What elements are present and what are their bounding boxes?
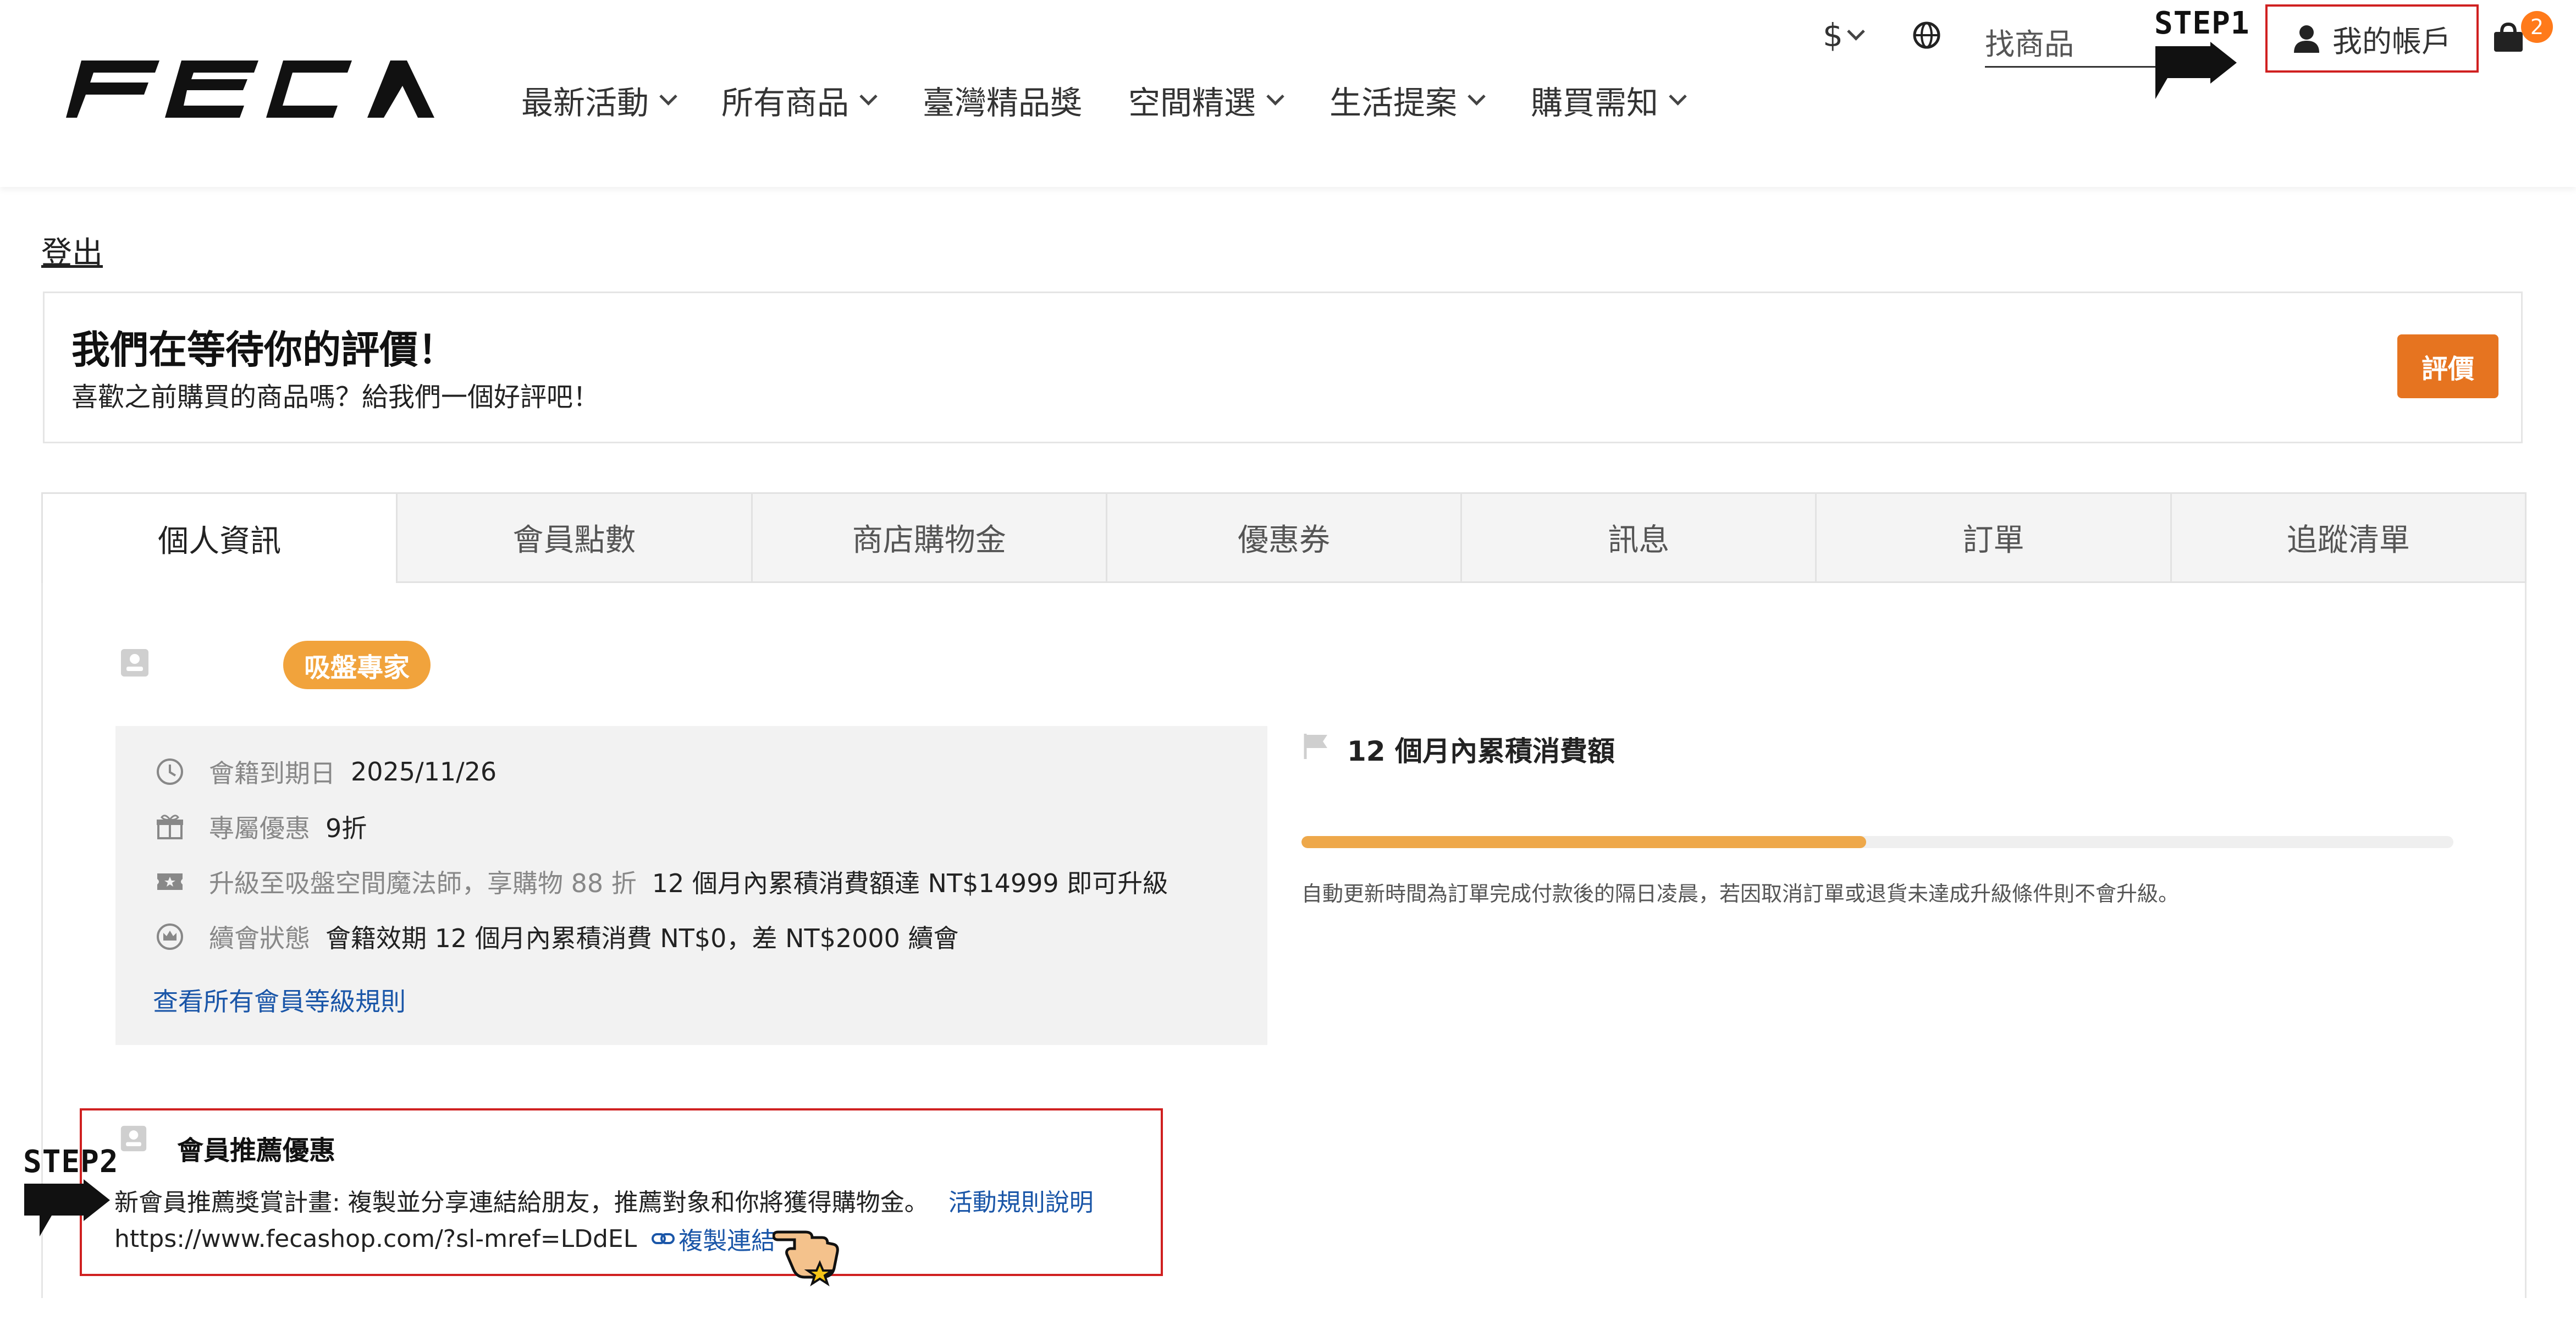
- referral-title: 會員推薦優惠: [177, 1135, 336, 1166]
- chevron-down-icon: [1468, 87, 1486, 106]
- user-icon: [2294, 25, 2319, 53]
- tab-member-points[interactable]: 會員點數: [398, 492, 753, 583]
- review-banner-title: 我們在等待你的評價！: [71, 327, 456, 372]
- link-icon: [652, 1233, 675, 1244]
- chevron-down-icon: [659, 87, 677, 106]
- tab-store-credit[interactable]: 商店購物金: [752, 492, 1107, 583]
- ticket-icon: [157, 873, 183, 890]
- gift-icon: [157, 815, 183, 839]
- member-upgrade-row: 升級至吸盤空間魔法師，享購物 88 折 12 個月內累積消費額達 NT$1499…: [155, 864, 1168, 900]
- spending-progress-fill: [1301, 836, 1866, 848]
- crown-icon: [157, 923, 183, 950]
- globe-icon: [1913, 21, 1940, 49]
- referral-rules-link[interactable]: 活動規則說明: [948, 1189, 1094, 1217]
- member-card-icon: [120, 648, 150, 678]
- step2-label: STEP2: [23, 1144, 119, 1180]
- nav-label: 購買需知: [1531, 84, 1659, 122]
- chevron-down-icon: [859, 87, 878, 106]
- currency-selector[interactable]: $: [1823, 17, 1865, 54]
- step2-arrow: [24, 1179, 112, 1240]
- spending-progress-bar: [1301, 836, 2453, 848]
- referral-link-line: https://www.fecashop.com/?sl-mref=LDdEL …: [114, 1221, 775, 1256]
- shopping-bag-icon: [2494, 22, 2523, 52]
- nav-label: 臺灣精品獎: [923, 84, 1083, 122]
- member-discount-row: 專屬優惠 9折: [155, 809, 367, 845]
- tab-coupons[interactable]: 優惠券: [1107, 492, 1463, 583]
- account-tabs: 個人資訊 會員點數 商店購物金 優惠券 訊息 訂單 追蹤清單: [41, 492, 2527, 583]
- member-expiry-row: 會籍到期日 2025/11/26: [155, 754, 497, 790]
- feca-logo[interactable]: [66, 61, 440, 121]
- logout-link[interactable]: 登出: [41, 228, 103, 273]
- referral-url: https://www.fecashop.com/?sl-mref=LDdEL: [114, 1225, 637, 1253]
- member-row-label: 專屬優惠: [209, 813, 310, 843]
- member-rules-link[interactable]: 查看所有會員等級規則: [153, 982, 406, 1018]
- member-row-value: 2025/11/26: [351, 757, 497, 787]
- tab-messages[interactable]: 訊息: [1462, 492, 1817, 583]
- review-banner-subtitle: 喜歡之前購買的商品嗎？給我們一個好評吧！: [71, 382, 600, 413]
- copy-link-label: 複製連結: [679, 1227, 776, 1255]
- tab-personal-info[interactable]: 個人資訊: [41, 492, 398, 583]
- chevron-down-icon: [1266, 87, 1284, 106]
- referral-card-icon: [120, 1125, 147, 1152]
- step1-arrow: [2155, 42, 2238, 102]
- member-row-value: 9折: [326, 813, 367, 843]
- member-level-badge: 吸盤專家: [283, 641, 431, 689]
- referral-description: 新會員推薦獎賞計畫: 複製並分享連結給朋友，推薦對象和你將獲得購物金。: [114, 1189, 929, 1217]
- chevron-down-icon: [1669, 87, 1687, 106]
- nav-taiwan-excellence[interactable]: 臺灣精品獎: [923, 77, 1082, 123]
- flag-icon: [1302, 732, 1331, 760]
- cart-button[interactable]: [2492, 22, 2525, 53]
- review-button[interactable]: 評價: [2397, 334, 2498, 398]
- member-renewal-row: 續會狀態 會籍效期 12 個月內累積消費 NT$0，差 NT$2000 續會: [155, 919, 959, 955]
- nav-purchase-info[interactable]: 購買需知: [1531, 77, 1687, 123]
- nav-label: 生活提案: [1330, 84, 1458, 122]
- member-row-label: 會籍到期日: [209, 758, 335, 788]
- referral-description-line: 新會員推薦獎賞計畫: 複製並分享連結給朋友，推薦對象和你將獲得購物金。 活動規則…: [114, 1183, 1094, 1218]
- search-input[interactable]: [1985, 22, 2161, 66]
- tab-orders[interactable]: 訂單: [1817, 492, 2172, 583]
- nav-all-products[interactable]: 所有商品: [721, 77, 878, 123]
- chevron-down-icon: [1847, 22, 1865, 41]
- cart-count-badge: 2: [2521, 11, 2553, 43]
- nav-life-ideas[interactable]: 生活提案: [1330, 77, 1486, 123]
- member-row-value: 12 個月內累積消費額達 NT$14999 即可升級: [652, 868, 1168, 898]
- nav-label: 最新活動: [521, 84, 649, 122]
- spending-progress-title: 12 個月內累積消費額: [1347, 735, 1615, 767]
- tab-wishlist[interactable]: 追蹤清單: [2171, 492, 2527, 583]
- clock-icon: [157, 758, 183, 785]
- nav-label: 空間精選: [1128, 84, 1256, 122]
- account-label: 我的帳戶: [2332, 24, 2451, 59]
- my-account-button[interactable]: 我的帳戶: [2265, 4, 2479, 73]
- nav-label: 所有商品: [721, 84, 850, 122]
- language-selector[interactable]: [1912, 21, 1941, 50]
- search-box[interactable]: [1985, 22, 2161, 68]
- copy-link-button[interactable]: 複製連結: [651, 1221, 775, 1256]
- nav-space-picks[interactable]: 空間精選: [1128, 77, 1284, 123]
- member-row-label: 升級至吸盤空間魔法師，享購物 88 折: [209, 868, 637, 898]
- spending-progress-note: 自動更新時間為訂單完成付款後的隔日凌晨，若因取消訂單或退貨未達成升級條件則不會升…: [1301, 882, 2180, 906]
- nav-latest-events[interactable]: 最新活動: [521, 77, 677, 123]
- step1-label: STEP1: [2154, 6, 2250, 41]
- currency-symbol: $: [1823, 17, 1843, 54]
- member-row-label: 續會狀態: [209, 923, 310, 953]
- member-row-value: 會籍效期 12 個月內累積消費 NT$0，差 NT$2000 續會: [326, 923, 959, 953]
- pointer-hand-icon: [773, 1216, 844, 1287]
